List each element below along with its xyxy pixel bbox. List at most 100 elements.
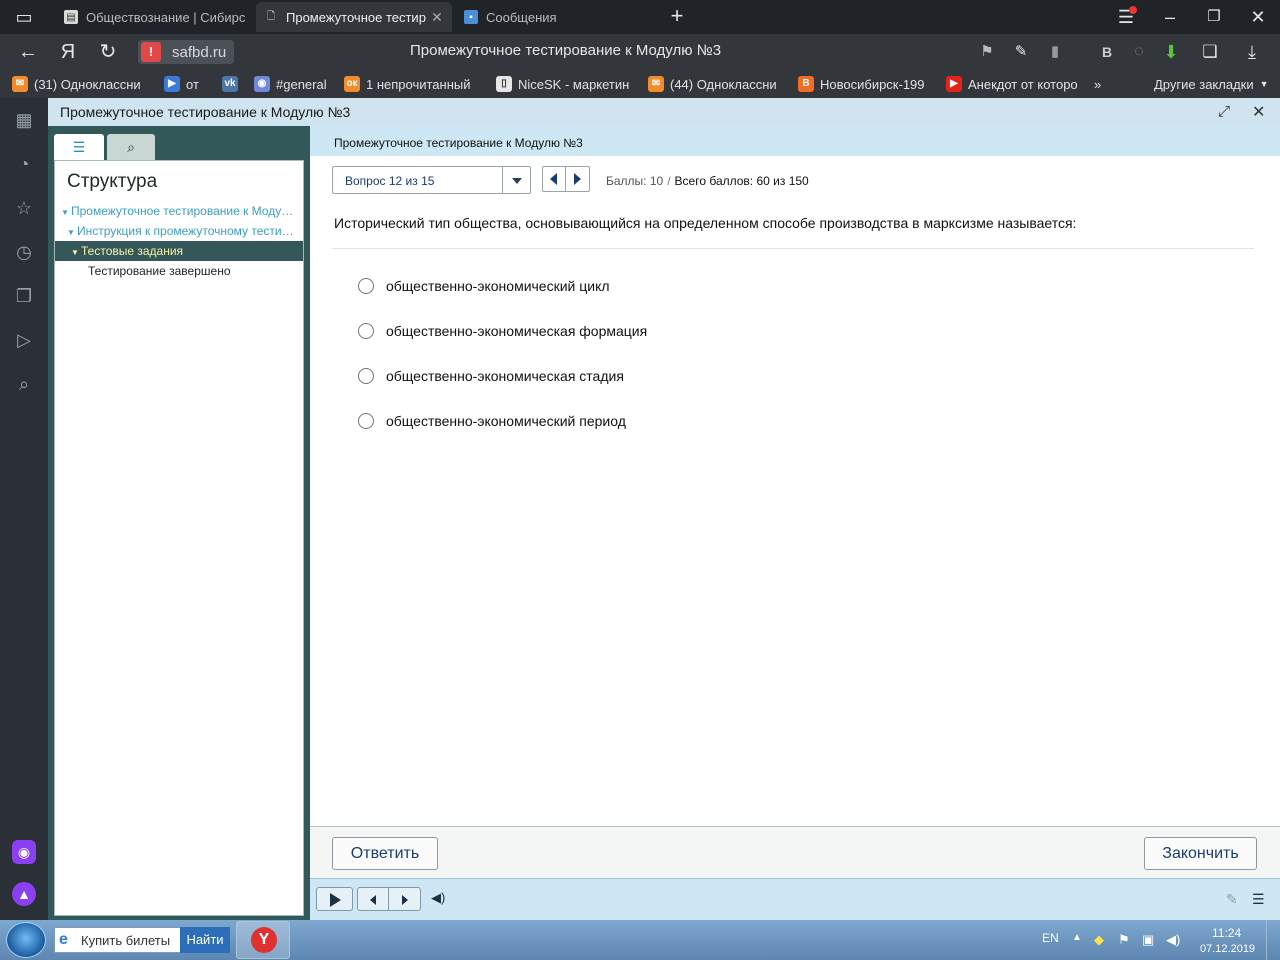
clock-time[interactable]: 11:24 [1212, 926, 1241, 940]
ie-icon: e [59, 931, 68, 948]
next-slide-button[interactable] [389, 888, 420, 910]
back-icon[interactable]: ← [14, 37, 42, 67]
answer-option[interactable]: общественно-экономический цикл [358, 276, 610, 296]
start-button[interactable] [6, 922, 46, 958]
sidebar-toggle-icon[interactable]: ▭ [10, 2, 38, 32]
outline-item[interactable]: ▼ Инструкция к промежуточному тести… [55, 221, 303, 241]
restore-icon[interactable]: ❐ [1200, 2, 1228, 32]
tab-outline[interactable]: ☰ [54, 134, 104, 160]
warning-icon[interactable]: ! [141, 42, 161, 62]
history-icon[interactable]: ◷ [12, 240, 36, 264]
network-icon[interactable]: ▣ [1142, 932, 1154, 948]
bell-icon[interactable]: ◔ [12, 152, 36, 176]
search-go-button[interactable]: Найти [180, 927, 230, 953]
tab-messages[interactable]: ▪ Сообщения [456, 2, 652, 32]
fullscreen-icon[interactable]: ⤢ [1218, 103, 1230, 120]
close-window-icon[interactable]: ✕ [1244, 2, 1272, 32]
collections-icon[interactable]: ❐ [12, 284, 36, 308]
protect-icon[interactable]: ✎ [1008, 37, 1034, 67]
bookmark-item[interactable]: ✉ (31) Одноклассни [12, 76, 148, 92]
minimize-icon[interactable]: – [1156, 2, 1184, 32]
list-view-icon[interactable]: ☰ [1252, 891, 1265, 908]
question-select[interactable]: Вопрос 12 из 15 [332, 166, 531, 194]
domain-pill[interactable]: ! safbd.ru [138, 40, 234, 64]
bookmark-item[interactable]: ◉ #general [254, 76, 334, 92]
radio-button[interactable] [358, 278, 374, 294]
alice-voice-icon[interactable]: ▲ [12, 882, 36, 906]
tray-expand-icon[interactable]: ▲ [1072, 932, 1082, 943]
language-indicator[interactable]: EN [1042, 931, 1059, 945]
bookmark-item[interactable]: ✉ (44) Одноклассни [648, 76, 780, 92]
other-bookmarks[interactable]: Другие закладки ▼ [1154, 76, 1268, 92]
document-icon: 🗋 [266, 10, 276, 22]
bookmark-item[interactable]: ▶ Анекдот от которо [946, 76, 1080, 92]
finish-button[interactable]: Закончить [1144, 837, 1257, 870]
prev-question-button[interactable] [543, 167, 566, 191]
bookmark-item[interactable]: ок 1 непрочитанный [344, 76, 478, 92]
bookmark-item[interactable]: vk [222, 76, 246, 92]
radio-button[interactable] [358, 368, 374, 384]
score-line: Баллы: 10/Всего баллов: 60 из 150 [606, 174, 809, 188]
play-circle-icon[interactable]: ▷ [12, 328, 36, 352]
prev-slide-button[interactable] [358, 888, 389, 910]
download-extension-icon[interactable]: ⬇ [1158, 37, 1184, 67]
url-box[interactable]: ! safbd.ru Промежуточное тестирование к … [138, 39, 1078, 65]
outline-pane: ☰ ⌕ Структура ▼ Промежуточное тестировани… [51, 128, 308, 916]
pen-icon[interactable]: ✎ [1226, 891, 1238, 908]
next-question-button[interactable] [566, 167, 589, 191]
radio-button[interactable] [358, 323, 374, 339]
volume-icon[interactable]: ◀) [431, 891, 445, 905]
outline-item[interactable]: ▼ Промежуточное тестирование к Моду… [55, 201, 303, 221]
close-player-icon[interactable]: ✕ [1252, 102, 1265, 122]
answer-option[interactable]: общественно-экономическая стадия [358, 366, 624, 386]
outline-item-selected[interactable]: ▼ Тестовые задания [55, 241, 303, 261]
outline-item[interactable]: Тестирование завершено [55, 261, 303, 281]
tab-social-studies[interactable]: ▤ Обществознание | Сибирс [56, 2, 248, 32]
flag-icon[interactable]: ⚑ [1118, 932, 1130, 948]
score-separator: / [667, 174, 671, 188]
search-text: Купить билеты [81, 933, 171, 948]
divider [332, 248, 1254, 249]
outline-heading: Структура [67, 171, 158, 192]
play-icon: ▶ [164, 76, 180, 92]
tab-search[interactable]: ⌕ [107, 134, 155, 160]
grid-icon[interactable]: ▦ [12, 108, 36, 132]
alice-icon[interactable]: ◉ [12, 840, 36, 864]
bulb-icon[interactable]: ◌ [1126, 37, 1152, 67]
vk-icon: vk [222, 76, 238, 92]
downloads-icon[interactable]: ⤓ [1238, 37, 1266, 67]
answer-button[interactable]: Ответить [332, 837, 438, 870]
play-button[interactable] [316, 887, 353, 911]
player-title: Промежуточное тестирование к Модулю №3 [60, 104, 351, 120]
new-tab-icon[interactable]: + [664, 1, 690, 31]
bookmark-item[interactable]: ▯ NiceSK - маркетин [496, 76, 632, 92]
chevron-down-icon[interactable] [502, 167, 530, 193]
bookmark-item[interactable]: B Новосибирск-199 [798, 76, 932, 92]
bookmarks-overflow-icon[interactable]: » [1094, 76, 1110, 92]
vk-extension-icon[interactable]: B [1094, 37, 1120, 67]
volume-icon[interactable]: ◀) [1166, 932, 1180, 948]
yandex-logo-icon[interactable]: Я [54, 37, 82, 67]
star-icon[interactable]: ☆ [12, 196, 36, 220]
search-page-icon[interactable]: ⌕ [12, 372, 36, 396]
total-points-label: Всего баллов: 60 из 150 [674, 174, 809, 188]
reload-icon[interactable]: ↻ [94, 37, 122, 67]
youtube-icon: ▶ [946, 76, 962, 92]
chat-icon[interactable]: ❏ [1196, 37, 1224, 67]
bookmark-icon[interactable]: ▮ [1042, 37, 1068, 67]
tab-close-icon[interactable]: ✕ [428, 9, 446, 26]
answer-option[interactable]: общественно-экономическая формация [358, 321, 647, 341]
playback-control-bar: ◀) ✎ ☰ [310, 878, 1280, 920]
browser-tab-strip: ▭ ▤ Обществознание | Сибирс 🗋 Промежуточ… [0, 0, 1280, 34]
clock-date[interactable]: 07.12.2019 [1200, 943, 1255, 955]
bookmark-item[interactable]: ▶ от [164, 76, 208, 92]
show-desktop-button[interactable] [1266, 920, 1280, 960]
tray-app-icon[interactable]: ◆ [1094, 932, 1104, 948]
blogger-icon: B [798, 76, 814, 92]
tab-intermediate-test[interactable]: 🗋 Промежуточное тестир ✕ [256, 2, 452, 32]
reader-icon[interactable]: ⚑ [974, 37, 1000, 67]
answer-option[interactable]: общественно-экономический период [358, 411, 626, 431]
radio-button[interactable] [358, 413, 374, 429]
points-label: Баллы: 10 [606, 174, 664, 188]
yandex-browser-task-button[interactable] [236, 921, 290, 959]
